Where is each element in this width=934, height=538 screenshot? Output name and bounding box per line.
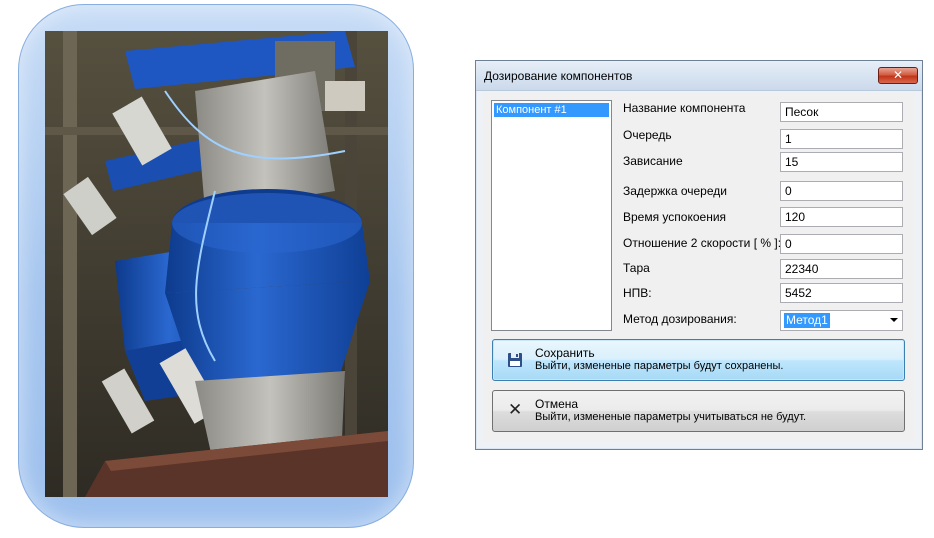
window-close-button[interactable]: ✕ xyxy=(878,67,918,84)
label-component-name: Название компонента xyxy=(623,101,746,115)
close-icon: ✕ xyxy=(892,68,904,82)
speed2-ratio-field[interactable]: 0 xyxy=(780,234,903,254)
label-npv: НПВ: xyxy=(623,286,652,300)
save-button-title: Сохранить xyxy=(535,346,595,360)
dialog-body: Компонент #1 Название компонента Очередь… xyxy=(483,93,915,442)
window-title: Дозирование компонентов xyxy=(484,69,633,83)
components-listbox[interactable]: Компонент #1 xyxy=(491,100,612,331)
label-queue-delay: Задержка очереди xyxy=(623,184,727,198)
component-name-field[interactable]: Песок xyxy=(780,102,903,122)
settle-time-field[interactable]: 120 xyxy=(780,207,903,227)
dosing-dialog: Дозирование компонентов ✕ Компонент #1 Н… xyxy=(475,60,923,450)
chevron-down-icon[interactable] xyxy=(890,318,898,322)
cancel-button[interactable]: ✕ Отмена Выйти, измененые параметры учит… xyxy=(492,390,905,432)
label-speed2-ratio: Отношение 2 скорости [ % ]: xyxy=(623,236,782,250)
label-queue: Очередь xyxy=(623,128,672,142)
photo-frame xyxy=(18,4,414,528)
npv-field[interactable]: 5452 xyxy=(780,283,903,303)
save-button-description: Выйти, измененые параметры будут сохране… xyxy=(535,360,784,372)
queue-delay-field[interactable]: 0 xyxy=(780,181,903,201)
label-dosing-method: Метод дозирования: xyxy=(623,312,737,326)
cancel-button-description: Выйти, измененые параметры учитываться н… xyxy=(535,411,807,423)
label-hang: Зависание xyxy=(623,154,683,168)
floppy-disk-icon xyxy=(508,353,522,367)
queue-field[interactable]: 1 xyxy=(780,129,903,149)
list-item-component-1[interactable]: Компонент #1 xyxy=(494,103,609,117)
save-button[interactable]: Сохранить Выйти, измененые параметры буд… xyxy=(492,339,905,381)
cancel-button-title: Отмена xyxy=(535,397,579,411)
dosing-method-select[interactable]: Метод1 xyxy=(780,310,903,331)
label-tare: Тара xyxy=(623,261,650,275)
hang-field[interactable]: 15 xyxy=(780,152,903,172)
close-icon: ✕ xyxy=(508,400,523,420)
dosing-method-value: Метод1 xyxy=(784,313,830,328)
title-bar[interactable]: Дозирование компонентов ✕ xyxy=(476,61,922,91)
label-settle-time: Время успокоения xyxy=(623,210,727,224)
tare-field[interactable]: 22340 xyxy=(780,259,903,279)
dosing-equipment-photo xyxy=(45,31,388,497)
